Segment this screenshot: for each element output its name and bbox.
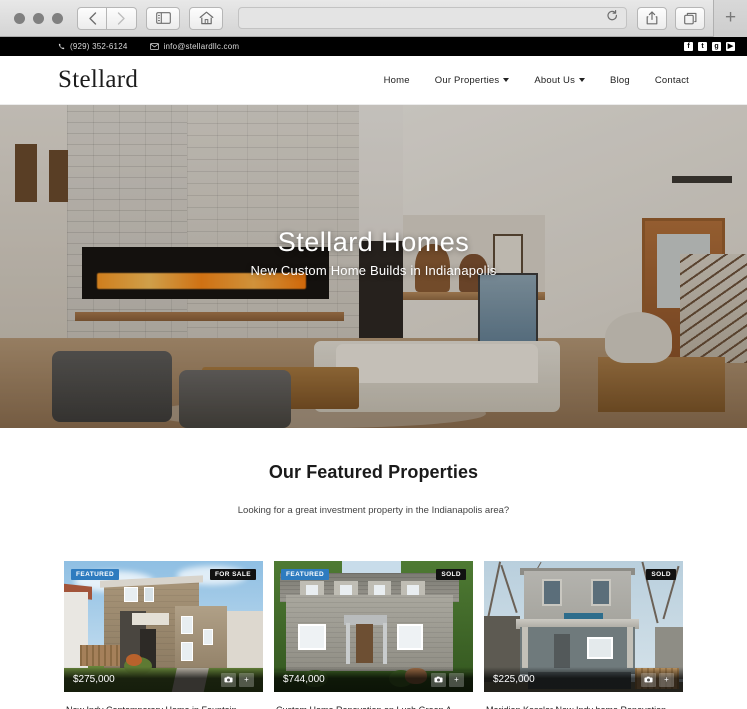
plus-icon[interactable]: + bbox=[449, 672, 464, 687]
phone-number: (929) 352-6124 bbox=[70, 42, 128, 51]
camera-glyph bbox=[434, 676, 443, 683]
social-links: f t g ▶ bbox=[684, 42, 735, 51]
chevron-right-icon bbox=[117, 11, 125, 25]
nav-item-our-properties[interactable]: Our Properties bbox=[435, 75, 510, 86]
minimize-window-button[interactable] bbox=[33, 12, 44, 24]
nav-item-contact[interactable]: Contact bbox=[655, 75, 689, 86]
hero-title: Stellard Homes bbox=[277, 227, 470, 257]
chevron-left-icon bbox=[88, 11, 96, 25]
site-logo[interactable]: Stellard bbox=[58, 66, 138, 94]
main-navigation: Home Our Properties About Us Blog Contac… bbox=[384, 75, 689, 86]
reload-button[interactable] bbox=[607, 9, 618, 27]
hero-text-block: Stellard Homes New Custom Home Builds in… bbox=[0, 227, 747, 278]
property-image[interactable]: SOLD $225,000 + bbox=[484, 561, 683, 692]
navigation-buttons bbox=[77, 6, 137, 30]
card-action-buttons: + bbox=[431, 672, 464, 687]
status-badge: SOLD bbox=[646, 569, 676, 580]
chevron-down-icon bbox=[503, 78, 510, 82]
maximize-window-button[interactable] bbox=[52, 12, 63, 24]
camera-icon[interactable] bbox=[641, 672, 656, 687]
reload-icon bbox=[607, 10, 618, 21]
new-tab-button[interactable]: + bbox=[713, 0, 747, 37]
nav-item-blog[interactable]: Blog bbox=[610, 75, 630, 86]
property-image[interactable]: FEATURED SOLD $744,000 + bbox=[274, 561, 473, 692]
property-image[interactable]: FEATURED FOR SALE $275,000 + bbox=[64, 561, 263, 692]
twitter-icon[interactable]: t bbox=[698, 42, 707, 51]
sidebar-icon bbox=[155, 12, 171, 24]
camera-icon[interactable] bbox=[431, 672, 446, 687]
home-button[interactable] bbox=[189, 6, 223, 30]
youtube-icon[interactable]: ▶ bbox=[726, 42, 735, 51]
share-button[interactable] bbox=[637, 6, 667, 30]
hero-subtitle: New Custom Home Builds in Indianapolis bbox=[250, 263, 497, 278]
section-title: Our Featured Properties bbox=[268, 462, 479, 482]
phone-contact[interactable]: (929) 352-6124 bbox=[58, 42, 128, 51]
tabs-icon bbox=[683, 12, 696, 24]
featured-badge: FEATURED bbox=[71, 569, 120, 580]
site-header: Stellard Home Our Properties About Us Bl… bbox=[0, 56, 747, 105]
envelope-icon bbox=[149, 43, 159, 50]
nav-label: Our Properties bbox=[434, 74, 500, 86]
nav-item-home[interactable]: Home bbox=[384, 75, 410, 86]
email-address: info@stellardllc.com bbox=[163, 42, 240, 51]
property-title[interactable]: New Indy Contemporary Home in Fountain … bbox=[64, 692, 263, 709]
property-title[interactable]: Meridian Kessler New Indy home Renovatio… bbox=[484, 692, 683, 709]
camera-glyph bbox=[224, 676, 233, 683]
section-subtitle: Looking for a great investment property … bbox=[237, 505, 510, 516]
nav-label: Contact bbox=[654, 74, 689, 86]
nav-item-about-us[interactable]: About Us bbox=[534, 74, 586, 86]
sidebar-toggle-button[interactable] bbox=[146, 6, 180, 30]
property-price: $744,000 bbox=[283, 674, 325, 685]
plus-icon[interactable]: + bbox=[239, 672, 254, 687]
nav-label: About Us bbox=[534, 74, 576, 86]
share-icon bbox=[646, 11, 658, 25]
property-card[interactable]: FEATURED FOR SALE $275,000 + bbox=[64, 561, 263, 709]
show-tabs-button[interactable] bbox=[675, 6, 705, 30]
camera-glyph bbox=[644, 676, 653, 683]
camera-icon[interactable] bbox=[221, 672, 236, 687]
property-price: $275,000 bbox=[73, 674, 115, 685]
nav-label: Home bbox=[383, 74, 410, 86]
back-button[interactable] bbox=[77, 6, 107, 30]
property-title[interactable]: Custom Home Renovation on Lush Green A… bbox=[274, 692, 473, 709]
card-action-buttons: + bbox=[641, 672, 674, 687]
card-action-buttons: + bbox=[221, 672, 254, 687]
window-controls[interactable] bbox=[14, 12, 63, 24]
property-card[interactable]: FEATURED SOLD $744,000 + bbox=[274, 561, 473, 709]
email-contact[interactable]: info@stellardllc.com bbox=[149, 42, 240, 51]
google-plus-icon[interactable]: g bbox=[712, 42, 721, 51]
card-price-bar: $275,000 + bbox=[64, 667, 263, 692]
facebook-icon[interactable]: f bbox=[684, 42, 693, 51]
chevron-down-icon bbox=[579, 78, 586, 82]
featured-properties-section: Our Featured Properties Looking for a gr… bbox=[0, 428, 747, 709]
card-price-bar: $744,000 + bbox=[274, 667, 473, 692]
card-price-bar: $225,000 + bbox=[484, 667, 683, 692]
status-badge: SOLD bbox=[436, 569, 466, 580]
property-card-list: FEATURED FOR SALE $275,000 + FEATURED SO… bbox=[0, 561, 747, 709]
top-contact-bar: (929) 352-6124 info@stellardllc.com f t … bbox=[0, 37, 747, 56]
phone-icon bbox=[58, 43, 65, 50]
property-price: $225,000 bbox=[493, 674, 535, 685]
property-card[interactable]: SOLD $225,000 + Me bbox=[484, 561, 683, 709]
address-bar[interactable] bbox=[238, 7, 627, 29]
browser-toolbar: + bbox=[0, 0, 747, 37]
featured-badge: FEATURED bbox=[281, 569, 330, 580]
hero-banner: Stellard Homes New Custom Home Builds in… bbox=[0, 105, 747, 428]
status-badge: FOR SALE bbox=[209, 569, 256, 580]
plus-icon[interactable]: + bbox=[659, 672, 674, 687]
nav-label: Blog bbox=[610, 74, 630, 86]
forward-button[interactable] bbox=[107, 6, 137, 30]
home-icon bbox=[199, 11, 213, 25]
close-window-button[interactable] bbox=[14, 12, 25, 24]
